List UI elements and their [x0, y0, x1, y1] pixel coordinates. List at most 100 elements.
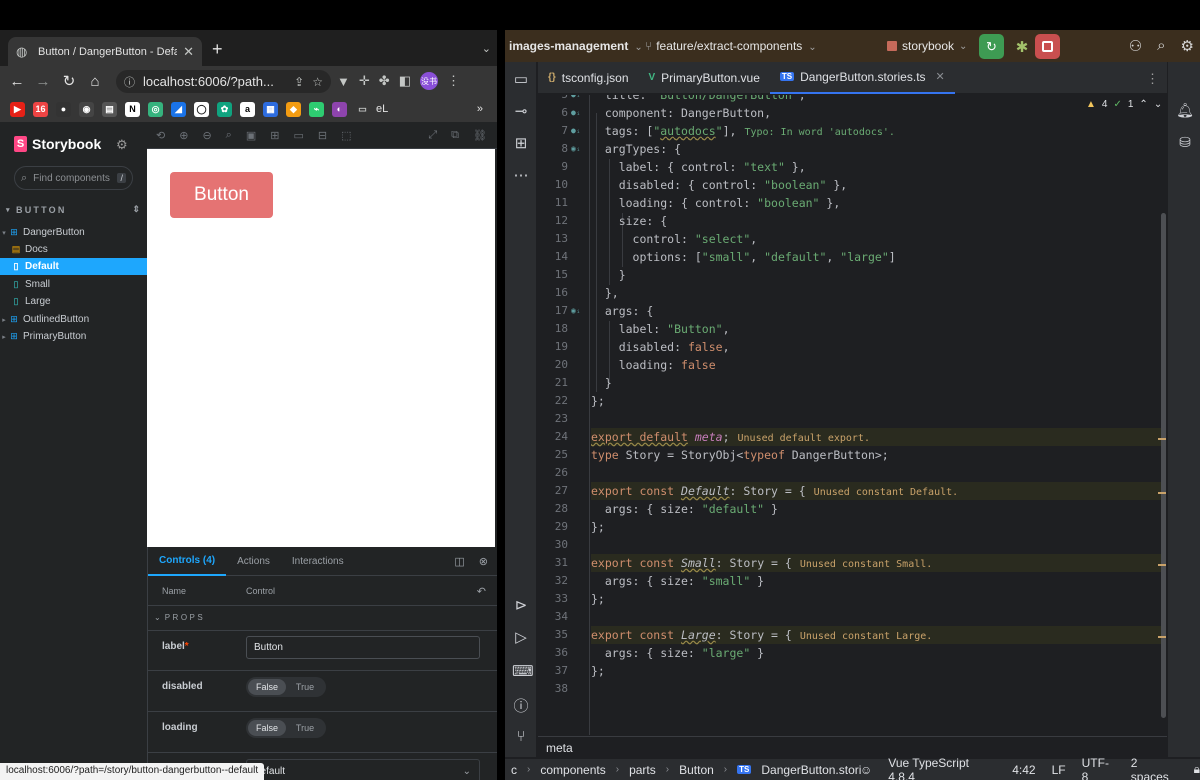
add-user-icon[interactable]: ⚇ [1129, 37, 1142, 55]
close-tab-icon[interactable]: ✕ [936, 70, 945, 83]
debug-button[interactable]: ✱ [1010, 35, 1034, 59]
tree-item-primarybutton[interactable]: ▸ ⊞ PrimaryButton [0, 328, 147, 345]
editor-tab-tsconfig[interactable]: {} tsconfig.json [538, 62, 639, 94]
project-selector[interactable]: images-management ⌄ [509, 39, 643, 53]
size-select[interactable]: default ⌄ [246, 759, 480, 780]
reload-button[interactable]: ↻ [56, 72, 82, 90]
branch-selector[interactable]: ⑂ feature/extract-components ⌄ [645, 39, 817, 53]
tree-item-small[interactable]: ▯ Small [0, 276, 147, 293]
cube-bookmark-icon[interactable]: ◆ [286, 101, 301, 117]
tree-item-large[interactable]: ▯ Large [0, 293, 147, 310]
lock-icon[interactable]: 🔒︎ [1194, 762, 1200, 777]
loading-boolean-toggle[interactable]: False True [246, 718, 326, 738]
more-tools-icon[interactable]: ⋯ [512, 166, 530, 184]
structure-icon[interactable]: ⊞ [512, 134, 530, 152]
component-search-input[interactable]: ⌕ Find components / [14, 166, 133, 190]
rerun-button[interactable]: ↻ [979, 34, 1004, 59]
zoom-out-icon[interactable]: ⊖ [202, 129, 211, 142]
copilot-icon[interactable]: ☺ [860, 763, 872, 777]
warning-stripe[interactable] [1158, 636, 1166, 638]
github-alt-bookmark-icon[interactable]: ◉ [79, 101, 94, 117]
gutter-usage-icon[interactable]: ●ᵢ [571, 104, 581, 122]
tree-item-dangerbutton[interactable]: ▾ ⊞ DangerButton [0, 224, 147, 241]
share-icon[interactable]: ⇪ [294, 75, 304, 89]
fullscreen-icon[interactable]: ⤢ [428, 129, 437, 142]
bookmark-star-icon[interactable]: ☆ [312, 75, 323, 89]
outline-icon[interactable]: ⬚ [341, 129, 351, 142]
warning-stripe[interactable] [1158, 564, 1166, 566]
props-group[interactable]: ⌄ PROPS [154, 613, 205, 622]
status-path-item[interactable]: components [540, 763, 605, 777]
copy-link-icon[interactable]: ⛓ [473, 129, 487, 142]
warning-stripe[interactable] [1158, 438, 1166, 440]
toggle-option-false[interactable]: False [248, 720, 286, 736]
terminal-icon[interactable]: ⌨ [512, 662, 534, 680]
blue-bookmark-icon[interactable]: ◢ [171, 101, 186, 117]
tree-item-outlinedbutton[interactable]: ▸ ⊞ OutlinedButton [0, 311, 147, 328]
vue-devtools-icon[interactable]: ▼ [337, 74, 350, 89]
chevron-up-icon[interactable]: ⌃ [1139, 99, 1147, 110]
remount-icon[interactable]: ⟲ [156, 129, 165, 142]
circle-bookmark-icon[interactable]: ◯ [194, 101, 209, 117]
viewport-icon[interactable]: ▭ [293, 129, 303, 142]
sidebar-group-button[interactable]: ▾ BUTTON ⇕ [6, 204, 140, 215]
language-service[interactable]: Vue TypeScript 4.8.4 [888, 756, 996, 780]
tab-menu-icon[interactable]: ⋮ [1146, 71, 1159, 87]
background-icon[interactable]: ▣ [246, 129, 256, 142]
tab-actions[interactable]: Actions [226, 547, 281, 576]
problems-icon[interactable]: ⓘ [512, 695, 530, 716]
notion-bookmark-icon[interactable]: N [125, 101, 140, 117]
browser-menu-icon[interactable]: ⋮ [447, 73, 460, 89]
status-path-item[interactable]: c [511, 763, 517, 777]
status-path-item[interactable]: parts [629, 763, 656, 777]
tab-close-icon[interactable]: ✕ [183, 44, 194, 60]
indent-setting[interactable]: 2 spaces [1131, 756, 1178, 780]
gutter-usage-icon[interactable]: ◉ᵢ [571, 302, 581, 320]
notifications-bell-icon[interactable]: 🔔︎ [1176, 102, 1194, 119]
doc-bookmark-icon[interactable]: ▤ [102, 101, 117, 117]
grid-icon[interactable]: ⊞ [270, 129, 279, 142]
home-button[interactable]: ⌂ [82, 73, 108, 90]
code-editor[interactable]: 5 6 7 8 9 10 11 12 13 14 15 16 17 18 19 … [538, 95, 1167, 735]
github-bookmark-icon[interactable]: ● [56, 101, 71, 117]
caret-position[interactable]: 4:42 [1012, 763, 1035, 777]
zoom-reset-icon[interactable]: ⌕ [226, 129, 232, 142]
editor-tab-primarybutton[interactable]: V PrimaryButton.vue [639, 62, 770, 94]
stats-bookmark-icon[interactable]: ▦ [263, 101, 278, 117]
panel-orientation-icon[interactable]: ◫ [454, 555, 464, 568]
gutter-usage-icon[interactable]: ●ᵢ [571, 95, 581, 104]
tab-search-chevron-icon[interactable]: ⌄ [482, 42, 491, 55]
status-path-item[interactable]: Button [679, 763, 714, 777]
search-everywhere-icon[interactable]: ⌕ [1157, 37, 1165, 55]
gutter-usage-icon[interactable]: ●ᵢ [571, 122, 581, 140]
amazon-bookmark-icon[interactable]: a [240, 101, 255, 117]
address-bar[interactable]: ⓘ localhost:6006/?path... ⇪ ☆ [116, 70, 331, 93]
services-icon[interactable]: ⊳ [512, 596, 530, 614]
youtube-bookmark-icon[interactable]: ▶ [10, 101, 25, 117]
database-icon[interactable]: ⛁ [1176, 134, 1194, 151]
tree-item-default[interactable]: ▯ Default [0, 258, 147, 275]
zoom-in-icon[interactable]: ⊕ [179, 129, 188, 142]
toggle-option-false[interactable]: False [248, 679, 286, 695]
run-tool-icon[interactable]: ▷ [512, 628, 530, 646]
expand-collapse-icon[interactable]: ⇕ [132, 204, 140, 215]
extensions-puzzle-icon[interactable]: ✤ [379, 73, 390, 89]
line-separator[interactable]: LF [1052, 763, 1066, 777]
toggle-option-true[interactable]: True [286, 720, 324, 736]
label-text-input[interactable]: Button [246, 636, 480, 659]
profile-avatar[interactable]: 没书 [419, 72, 438, 90]
status-path-item[interactable]: DangerButton.stori [761, 763, 861, 777]
crosshair-icon[interactable]: ✛ [359, 73, 370, 89]
tab-interactions[interactable]: Interactions [281, 547, 355, 576]
project-folder-icon[interactable]: ▭ [512, 70, 530, 88]
chevron-down-icon[interactable]: ⌄ [1154, 99, 1162, 110]
git-icon[interactable]: ⑂ [512, 728, 530, 745]
disabled-boolean-toggle[interactable]: False True [246, 677, 326, 697]
run-config-selector[interactable]: storybook ⌄ [887, 39, 967, 53]
badge-bookmark-icon[interactable]: 16 [33, 101, 48, 117]
settings-gear-icon[interactable]: ⚙ [1181, 37, 1194, 55]
warning-stripe[interactable] [1158, 492, 1166, 494]
site-info-icon[interactable]: ⓘ [124, 74, 135, 90]
editor-tab-dangerbutton-stories[interactable]: TS DangerButton.stories.ts ✕ [769, 61, 955, 94]
side-panel-icon[interactable]: ◧ [399, 73, 411, 89]
